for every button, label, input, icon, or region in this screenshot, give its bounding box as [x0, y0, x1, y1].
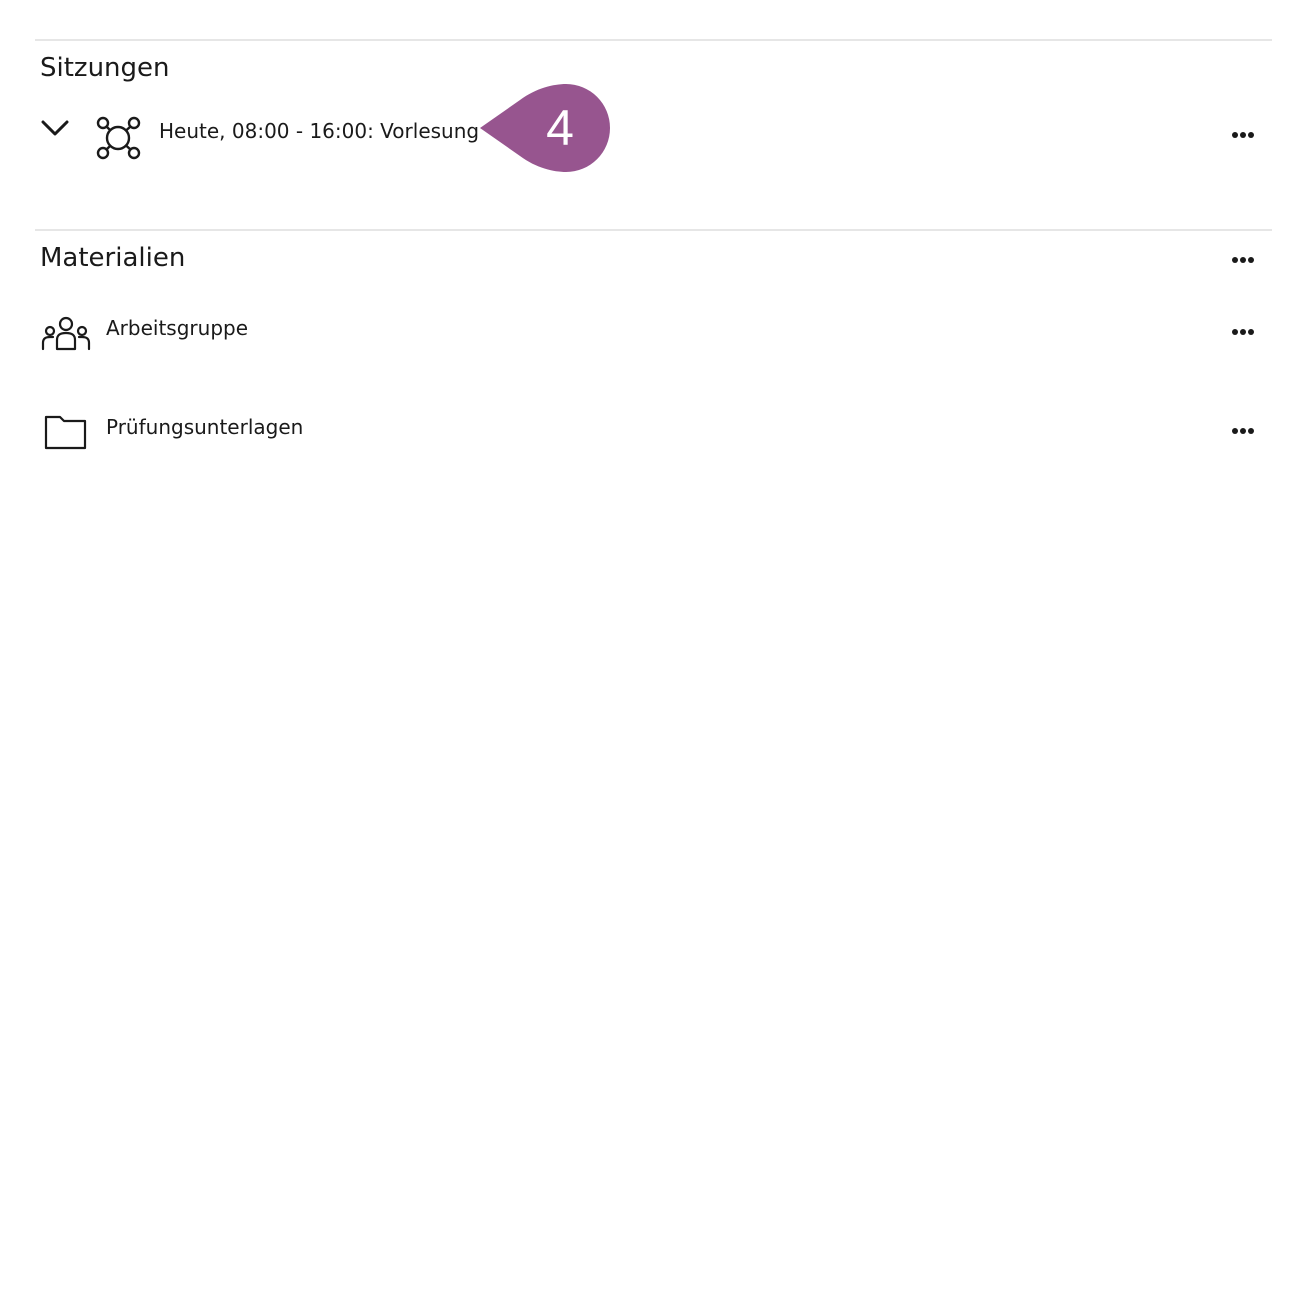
more-options-icon: [1232, 329, 1254, 335]
more-options-icon: [1232, 428, 1254, 434]
section-divider: [35, 229, 1272, 231]
sessions-section-title: Sitzungen: [40, 53, 170, 83]
material-label-arbeitsgruppe[interactable]: Arbeitsgruppe: [106, 318, 248, 338]
top-divider: [35, 39, 1272, 41]
folder-icon: [44, 415, 87, 450]
group-icon: [41, 316, 91, 351]
pruefungsunterlagen-more-button[interactable]: [1224, 419, 1262, 443]
expand-toggle-button[interactable]: [38, 114, 72, 144]
more-options-icon: [1232, 257, 1254, 263]
material-label-pruefungsunterlagen[interactable]: Prüfungsunterlagen: [106, 417, 303, 437]
more-options-icon: [1232, 132, 1254, 138]
arbeitsgruppe-more-button[interactable]: [1224, 320, 1262, 344]
materials-more-button[interactable]: [1224, 248, 1262, 272]
chevron-down-icon: [41, 120, 69, 136]
session-label[interactable]: Heute, 08:00 - 16:00: Vorlesung: [159, 121, 479, 141]
session-network-icon: [96, 116, 141, 160]
session-more-button[interactable]: [1224, 123, 1262, 147]
materials-section-title: Materialien: [40, 243, 186, 273]
course-content-page: Sitzungen Heute, 08:00 - 16:00: Vorlesun…: [0, 0, 1300, 1300]
callout-number: 4: [546, 100, 574, 156]
